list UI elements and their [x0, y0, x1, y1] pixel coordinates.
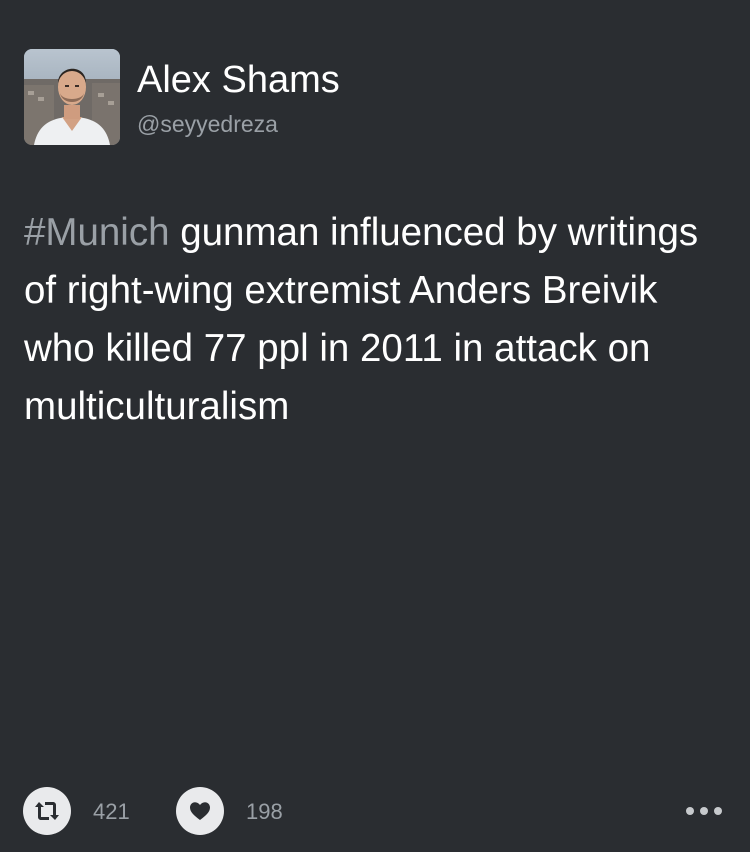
- tweet-card: Alex Shams @seyyedreza #Munich gunman in…: [0, 0, 750, 852]
- retweet-count: 421: [93, 799, 130, 824]
- more-dots-icon: [686, 807, 694, 815]
- profile-photo-icon: [24, 49, 120, 145]
- retweet-button[interactable]: [23, 787, 71, 835]
- more-dots-icon: [700, 807, 708, 815]
- heart-icon: [190, 802, 210, 820]
- tweet-text: #Munich gunman influenced by writings of…: [24, 204, 724, 436]
- like-count: 198: [246, 799, 283, 824]
- display-name[interactable]: Alex Shams: [137, 58, 340, 102]
- retweet-icon: [35, 802, 59, 820]
- avatar[interactable]: [24, 49, 120, 145]
- more-dots-icon: [714, 807, 722, 815]
- action-bar: 421 198: [0, 787, 750, 837]
- more-options-button[interactable]: [686, 803, 722, 819]
- hashtag-link[interactable]: #Munich: [24, 211, 170, 254]
- user-handle[interactable]: @seyyedreza: [137, 110, 278, 138]
- like-button[interactable]: [176, 787, 224, 835]
